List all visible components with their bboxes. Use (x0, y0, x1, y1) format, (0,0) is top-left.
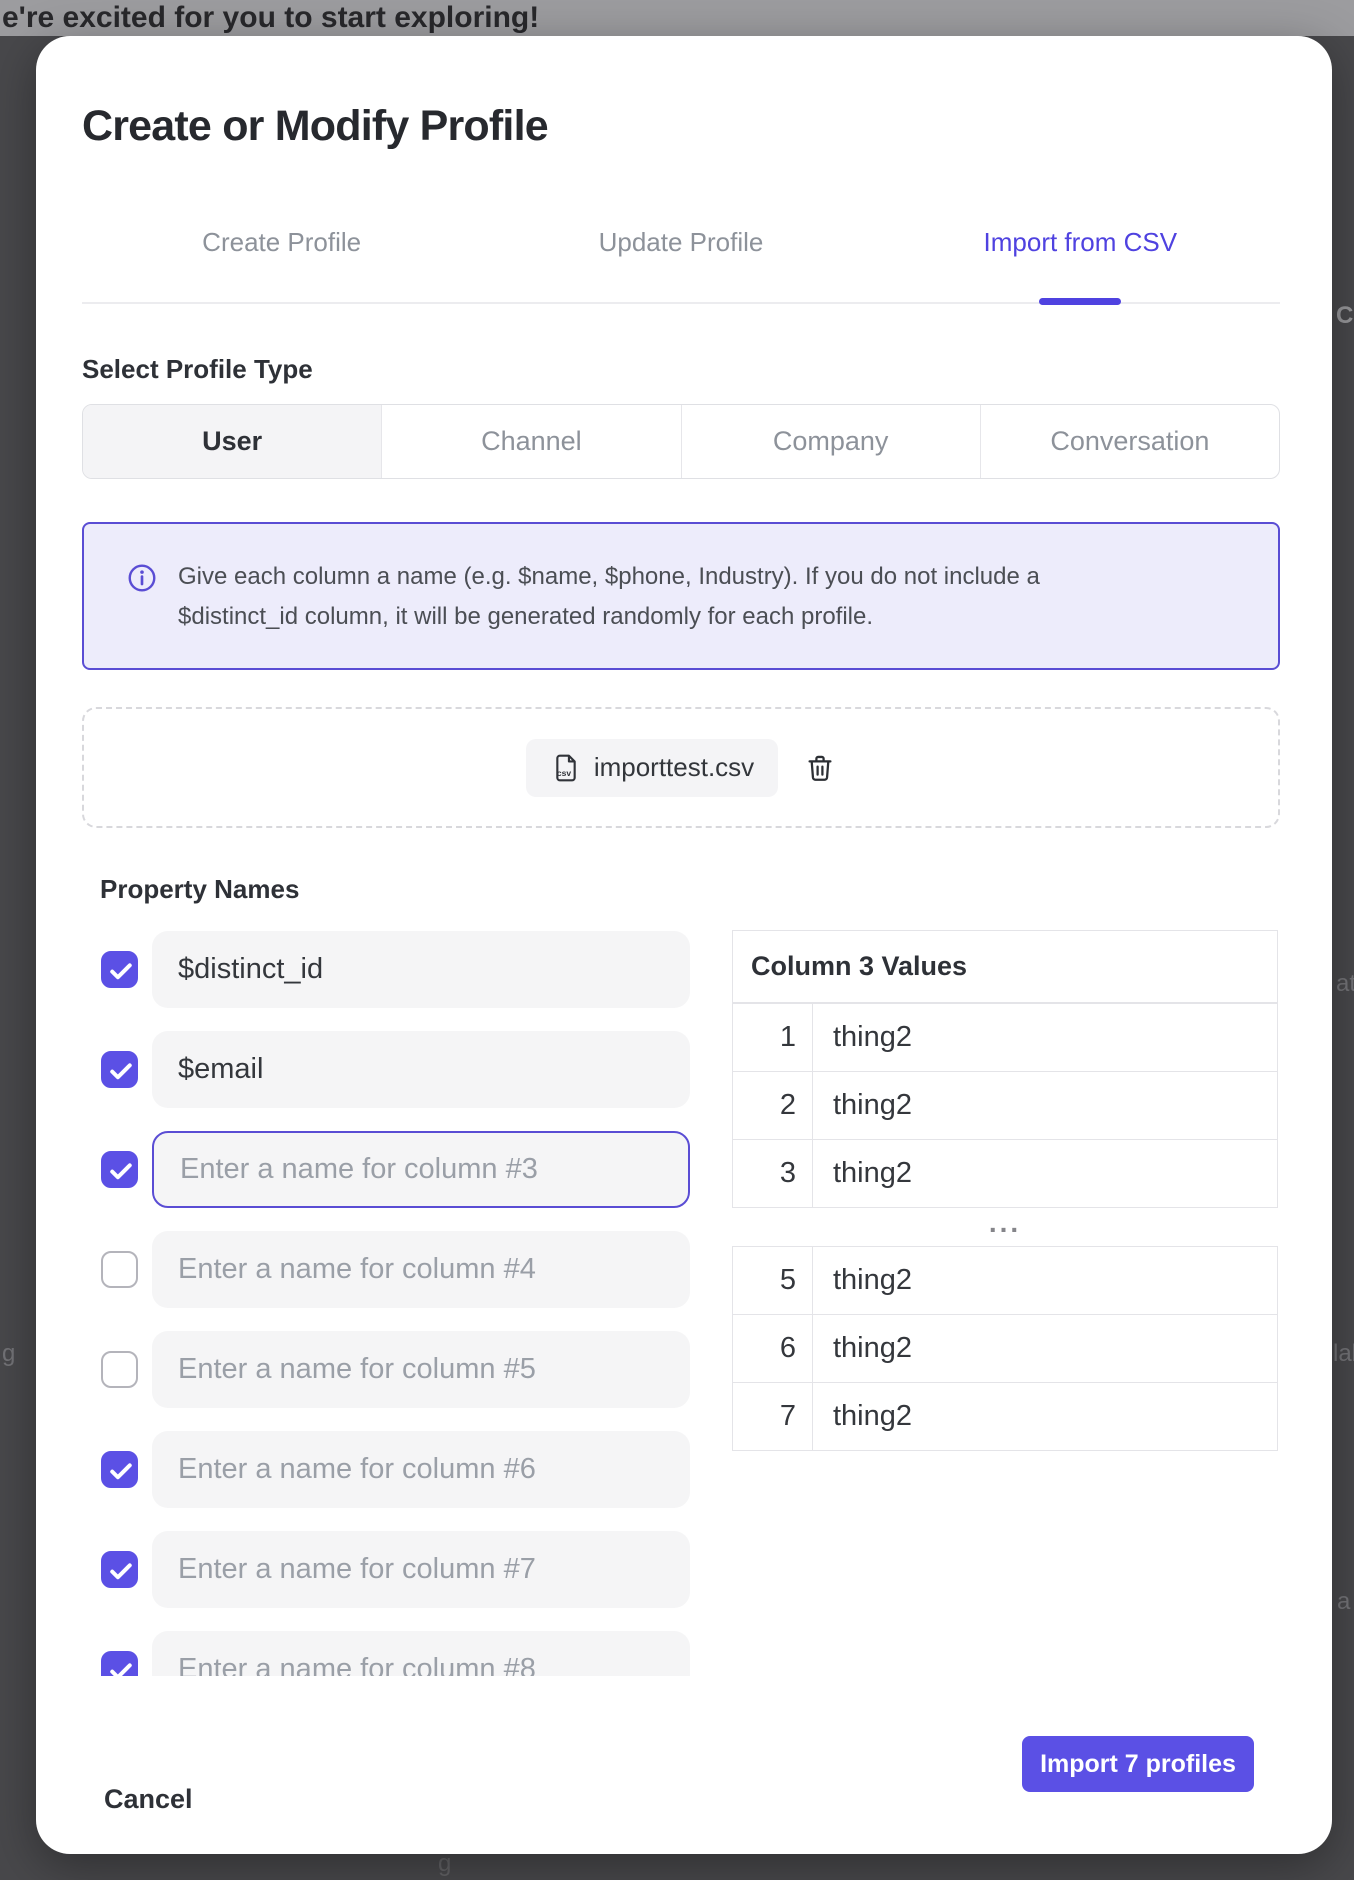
profile-type-conversation[interactable]: Conversation (980, 405, 1279, 478)
property-row: Enter a name for column #4 (82, 1231, 722, 1308)
background-text-fragment: Col (1336, 302, 1354, 330)
tab-create-profile[interactable]: Create Profile (82, 218, 481, 266)
column-8-checkbox[interactable] (101, 1651, 138, 1676)
row-value-cell: thing2 (813, 1004, 1278, 1072)
column-4-name-input[interactable]: Enter a name for column #4 (152, 1231, 690, 1308)
info-banner-line-1: Give each column a name (e.g. $name, $ph… (178, 557, 1040, 597)
table-row: 2 thing2 (733, 1072, 1278, 1140)
csv-file-icon: csv (550, 752, 582, 784)
background-text-fragment: lab (1333, 1340, 1354, 1368)
select-profile-type-label: Select Profile Type (82, 354, 313, 385)
trash-icon[interactable] (804, 752, 836, 784)
column-7-name-input[interactable]: Enter a name for column #7 (152, 1531, 690, 1608)
column-6-name-input[interactable]: Enter a name for column #6 (152, 1431, 690, 1508)
column-5-checkbox[interactable] (101, 1351, 138, 1388)
tab-import-from-csv[interactable]: Import from CSV (881, 218, 1280, 266)
column-6-checkbox[interactable] (101, 1451, 138, 1488)
info-banner: Give each column a name (e.g. $name, $ph… (82, 522, 1280, 670)
table-row: 1 thing2 (733, 1004, 1278, 1072)
row-number-cell: 6 (733, 1315, 813, 1383)
property-row: Enter a name for column #6 (82, 1431, 722, 1508)
column-3-name-input[interactable]: Enter a name for column #3 (152, 1131, 690, 1208)
row-value-cell: thing2 (813, 1140, 1278, 1208)
table-row: 5 thing2 (733, 1247, 1278, 1315)
info-icon (126, 562, 158, 594)
property-names-list: $distinct_id $email Enter a name for col… (82, 931, 722, 1676)
page-title: Create or Modify Profile (82, 102, 548, 151)
create-or-modify-profile-modal: Create or Modify Profile Create Profile … (36, 36, 1332, 1854)
row-number-cell: 5 (733, 1247, 813, 1315)
column-8-name-input[interactable]: Enter a name for column #8 (152, 1631, 690, 1676)
preview-table-bottom: 5 thing2 6 thing2 7 thing2 (732, 1246, 1278, 1451)
modal-tabs: Create Profile Update Profile Import fro… (82, 218, 1280, 266)
background-text-fragment: g (2, 1340, 15, 1368)
background-text-fragment: a (1337, 1588, 1350, 1616)
column-2-name-input[interactable]: $email (152, 1031, 690, 1108)
column-7-checkbox[interactable] (101, 1551, 138, 1588)
preview-table-header: Column 3 Values (732, 930, 1278, 1003)
row-value-cell: thing2 (813, 1247, 1278, 1315)
row-value-cell: thing2 (813, 1072, 1278, 1140)
profile-type-channel[interactable]: Channel (381, 405, 680, 478)
column-4-checkbox[interactable] (101, 1251, 138, 1288)
cancel-button[interactable]: Cancel (104, 1784, 193, 1815)
info-banner-text: Give each column a name (e.g. $name, $ph… (178, 557, 1040, 637)
property-names-heading: Property Names (100, 874, 299, 905)
preview-table-top: 1 thing2 2 thing2 3 thing2 (732, 1003, 1278, 1208)
profile-type-company[interactable]: Company (681, 405, 980, 478)
column-5-name-input[interactable]: Enter a name for column #5 (152, 1331, 690, 1408)
table-row: 7 thing2 (733, 1383, 1278, 1451)
import-profiles-button[interactable]: Import 7 profiles (1022, 1736, 1254, 1792)
row-value-cell: thing2 (813, 1383, 1278, 1451)
property-row: Enter a name for column #5 (82, 1331, 722, 1408)
column-3-checkbox[interactable] (101, 1151, 138, 1188)
property-row: $distinct_id (82, 931, 722, 1008)
row-number-cell: 3 (733, 1140, 813, 1208)
profile-type-user[interactable]: User (83, 405, 381, 478)
table-row: 6 thing2 (733, 1315, 1278, 1383)
uploaded-file-chip[interactable]: csv importtest.csv (526, 739, 778, 797)
svg-text:csv: csv (557, 768, 571, 778)
active-tab-indicator (1039, 298, 1121, 305)
property-row: Enter a name for column #3 (82, 1131, 722, 1208)
rows-ellipsis: ... (732, 1208, 1278, 1246)
property-row: Enter a name for column #8 (82, 1631, 722, 1676)
background-text-fragment: g (438, 1850, 451, 1878)
row-number-cell: 7 (733, 1383, 813, 1451)
tab-update-profile[interactable]: Update Profile (481, 218, 880, 266)
column-values-preview: Column 3 Values 1 thing2 2 thing2 3 thin… (732, 930, 1278, 1451)
column-1-name-input[interactable]: $distinct_id (152, 931, 690, 1008)
property-row: $email (82, 1031, 722, 1108)
column-2-checkbox[interactable] (101, 1051, 138, 1088)
row-value-cell: thing2 (813, 1315, 1278, 1383)
profile-type-segmented-control: User Channel Company Conversation (82, 404, 1280, 479)
csv-dropzone[interactable]: csv importtest.csv (82, 707, 1280, 828)
background-text-fragment: e're excited for you to start exploring! (2, 1, 539, 35)
row-number-cell: 1 (733, 1004, 813, 1072)
uploaded-file-name: importtest.csv (594, 752, 754, 783)
background-page-strip: e're excited for you to start exploring! (0, 0, 1354, 36)
column-1-checkbox[interactable] (101, 951, 138, 988)
row-number-cell: 2 (733, 1072, 813, 1140)
table-row: 3 thing2 (733, 1140, 1278, 1208)
property-row: Enter a name for column #7 (82, 1531, 722, 1608)
background-text-fragment: ata (1336, 970, 1354, 998)
info-banner-line-2: $distinct_id column, it will be generate… (178, 597, 1040, 637)
